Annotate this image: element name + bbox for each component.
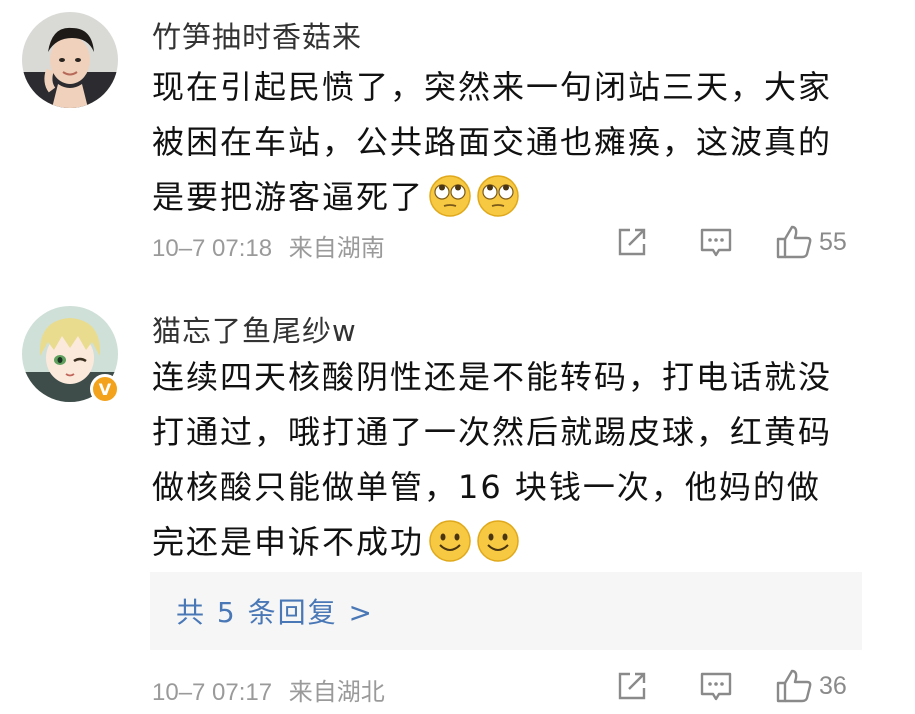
comment-icon (700, 228, 732, 257)
comment-time: 10–7 07:18 (152, 235, 273, 262)
share-button[interactable] (615, 666, 649, 706)
rolling-eyes-emoji-icon (429, 175, 471, 217)
comment-actions: 55 (615, 222, 875, 262)
comment-line: 现在引起民愤了，突然来一句闭站三天，大家 (152, 68, 833, 106)
comment-time: 10–7 07:17 (152, 679, 273, 706)
comment-meta: 10–7 07:18 来自湖南 (152, 228, 385, 263)
comment-location: 来自湖南 (288, 235, 385, 262)
comment-meta: 10–7 07:17 来自湖北 (152, 672, 385, 707)
comment-line: 做核酸只能做单管，16 块钱一次，他妈的做 (152, 468, 821, 506)
comment-actions: 36 (615, 666, 875, 706)
like-button[interactable]: 55 (775, 222, 847, 262)
comment-item: 竹笋抽时香菇来 现在引起民愤了，突然来一句闭站三天，大家 被困在车站，公共路面交… (0, 0, 915, 290)
like-count: 55 (819, 227, 847, 256)
comment-location: 来自湖北 (288, 679, 385, 706)
comment-line: 完还是申诉不成功 (152, 515, 872, 570)
smile-emoji-icon (477, 520, 519, 562)
comment-text: 现在引起民愤了，突然来一句闭站三天，大家 被困在车站，公共路面交通也瘫痪，这波真… (152, 60, 872, 225)
smile-emoji-icon (429, 520, 471, 562)
comment-text: 连续四天核酸阴性还是不能转码，打电话就没 打通过，哦打通了一次然后就踢皮球，红黄… (152, 350, 872, 570)
comment-icon (700, 672, 732, 701)
comment-line-text: 被困在车站，公共路面交通也瘫痪，这波真的 (152, 123, 833, 161)
comment-item: V 猫忘了鱼尾纱w 连续四天核酸阴性还是不能转码，打电话就没 打通过，哦打通了一… (0, 290, 915, 714)
share-icon (618, 228, 646, 256)
comment-line: 连续四天核酸阴性还是不能转码，打电话就没 (152, 358, 833, 396)
verified-badge: V (90, 374, 120, 404)
view-replies-link[interactable]: 共 5 条回复 > (176, 591, 374, 631)
comment-line: 打通过，哦打通了一次然后就踢皮球，红黄码 (152, 413, 833, 451)
thumbs-up-icon (776, 669, 812, 703)
replies-panel: 共 5 条回复 > (150, 572, 862, 650)
rolling-eyes-emoji-icon (477, 175, 519, 217)
thumbs-up-icon (776, 225, 812, 259)
comment-line: 是要把游客逼死了 (152, 170, 872, 225)
avatar[interactable]: V (22, 306, 120, 404)
comment-line-text: 完还是申诉不成功 (152, 523, 425, 561)
share-button[interactable] (615, 222, 649, 262)
comment-button[interactable] (699, 666, 733, 706)
share-icon (618, 672, 646, 700)
like-count: 36 (819, 671, 847, 700)
username[interactable]: 竹笋抽时香菇来 (152, 14, 362, 56)
comment-line-text: 是要把游客逼死了 (152, 178, 425, 216)
comment-line: 被困在车站，公共路面交通也瘫痪，这波真的 (152, 115, 872, 170)
username[interactable]: 猫忘了鱼尾纱w (152, 308, 357, 350)
comment-button[interactable] (699, 222, 733, 262)
avatar[interactable] (22, 12, 118, 108)
like-button[interactable]: 36 (775, 666, 847, 706)
